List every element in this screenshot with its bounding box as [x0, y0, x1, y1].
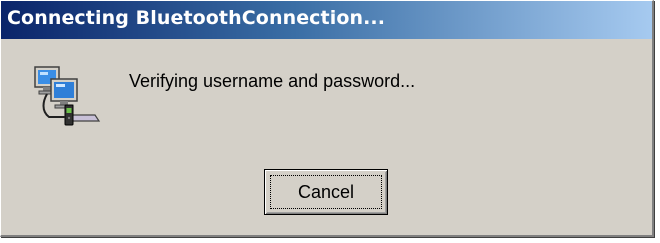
title-bar[interactable]: Connecting BluetoothConnection...	[1, 1, 652, 39]
status-message: Verifying username and password...	[129, 71, 416, 91]
cancel-button[interactable]: Cancel	[264, 169, 388, 215]
network-connection-icon	[29, 61, 101, 131]
connecting-dialog: Connecting BluetoothConnection... Verify…	[0, 0, 654, 237]
window-title: Connecting BluetoothConnection...	[7, 7, 386, 29]
cancel-button-label: Cancel	[297, 181, 355, 202]
